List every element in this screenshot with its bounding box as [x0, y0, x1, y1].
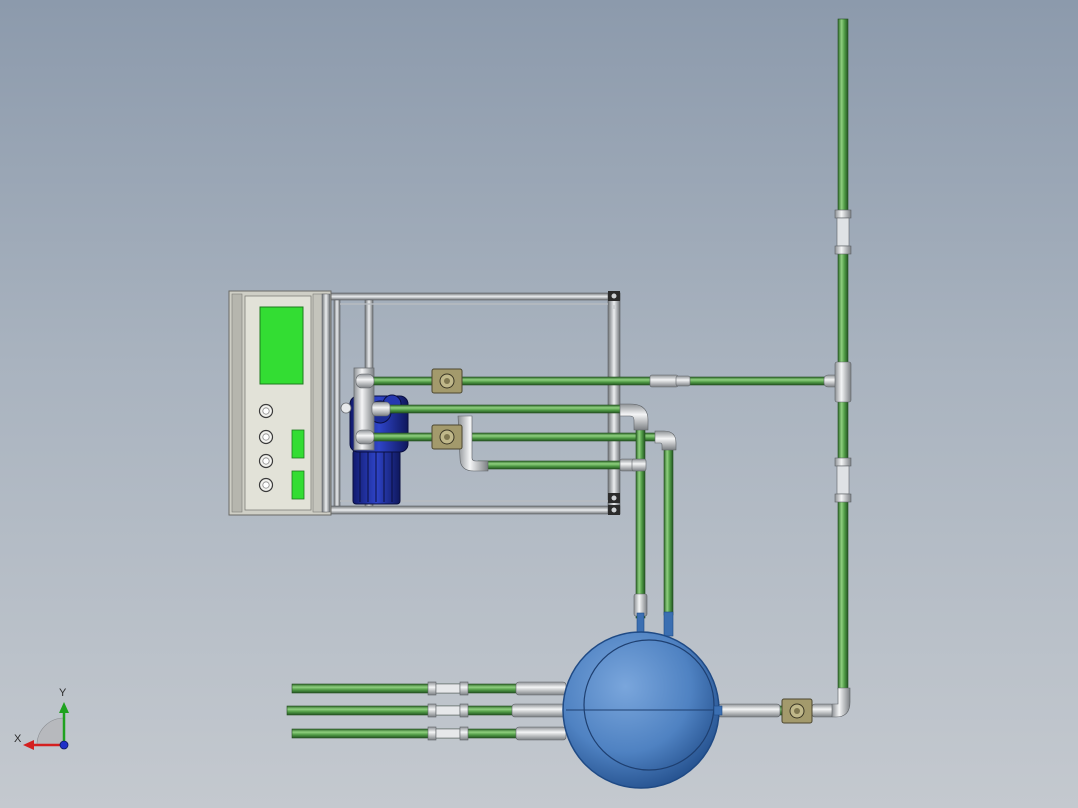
- pipe-fitting: [636, 612, 645, 634]
- pipe-coupling: [459, 726, 469, 741]
- pipe: [837, 18, 849, 690]
- z-axis-dot: [59, 740, 69, 750]
- axis-triad: [23, 702, 69, 750]
- x-axis-arrowhead: [23, 740, 34, 750]
- pipe-coupling: [435, 683, 461, 694]
- pipe-elbow: [654, 430, 677, 451]
- pipe: [477, 460, 627, 470]
- assembly-view: [23, 18, 852, 789]
- pipe: [635, 427, 646, 619]
- pipe-coupling: [459, 681, 469, 696]
- pipe-coupling: [459, 703, 469, 718]
- gate-valve[interactable]: [431, 368, 463, 394]
- pipe-fitting: [371, 401, 391, 417]
- pipe-fitting: [515, 726, 567, 741]
- control-knob[interactable]: [258, 477, 274, 493]
- pipe-fitting: [717, 703, 781, 718]
- pipe-fitting: [834, 493, 852, 503]
- pipe-fitting: [834, 245, 852, 255]
- x-axis-label: X: [14, 733, 22, 745]
- pipe: [663, 446, 674, 616]
- indicator-panel: [291, 470, 305, 500]
- pipe-fitting: [834, 209, 852, 219]
- pipe-fitting: [631, 458, 647, 472]
- pipe: [371, 432, 663, 442]
- pipe-elbow: [619, 403, 649, 431]
- gate-valve[interactable]: [431, 424, 463, 450]
- storage-tank: [562, 631, 723, 789]
- indicator-panel: [291, 429, 305, 459]
- pipe-fitting: [836, 217, 850, 247]
- y-axis-arrowhead: [59, 702, 69, 713]
- triad-quadrant: [36, 717, 65, 746]
- control-knob[interactable]: [258, 403, 274, 419]
- gate-valve[interactable]: [781, 698, 813, 724]
- pipe-fitting: [663, 611, 674, 637]
- pipe-coupling: [435, 705, 461, 716]
- pipe-fitting: [675, 375, 691, 387]
- pipe-fitting: [355, 429, 375, 445]
- pipe-fitting: [515, 681, 567, 696]
- pipe-coupling: [427, 681, 437, 696]
- pipe-elbow: [831, 687, 851, 718]
- pipe-coupling: [427, 726, 437, 741]
- pipe-fitting: [836, 465, 850, 495]
- pipe-fitting: [511, 703, 567, 718]
- pipe-coupling: [435, 728, 461, 739]
- cad-viewport[interactable]: Y X: [0, 0, 1078, 808]
- pipe-fitting: [834, 457, 852, 467]
- y-axis-label: Y: [59, 687, 67, 699]
- control-knob[interactable]: [258, 453, 274, 469]
- display-screen: [259, 306, 304, 385]
- pipe-fitting: [355, 373, 375, 389]
- pipe-fitting: [834, 361, 852, 403]
- control-cabinet: [228, 290, 332, 516]
- pipe-fitting: [649, 374, 679, 388]
- pipe-coupling: [427, 703, 437, 718]
- pipe: [384, 404, 629, 414]
- pipe-fitting: [811, 703, 835, 718]
- control-knob[interactable]: [258, 429, 274, 445]
